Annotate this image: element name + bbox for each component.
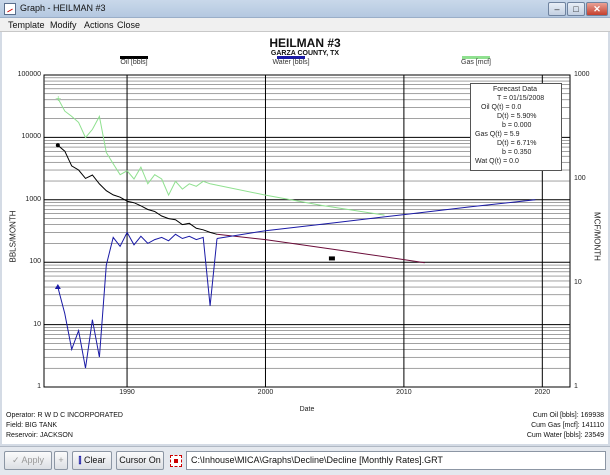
x-tick: 2020	[534, 389, 551, 396]
app-graph-icon	[4, 3, 16, 15]
forecast-title: Forecast Data	[493, 86, 537, 93]
maximize-button[interactable]: □	[567, 2, 585, 16]
forecast-gas-d: D(t) = 6.71%	[497, 140, 537, 147]
footer-operator: Operator: R W D C INCORPORATED	[6, 412, 123, 419]
y-tick-left: 100	[29, 258, 41, 266]
cursor-on-button[interactable]: Cursor On	[116, 451, 164, 470]
y-tick-left: 10000	[21, 133, 41, 141]
clear-button[interactable]: ⫿ Clear	[72, 451, 112, 470]
forecast-oil-q: Oil Q(t) = 0.0	[481, 104, 522, 111]
menu-bar: Template Modify Actions Close	[0, 18, 610, 32]
y-tick-left: 1000	[25, 195, 41, 203]
forecast-end-marker	[328, 256, 335, 261]
footer-cum-water: Cum Water [bbls]: 23549	[526, 432, 604, 439]
forecast-water-q: Wat Q(t) = 0.0	[475, 158, 519, 165]
forecast-gas-b: b = 0.350	[502, 149, 532, 156]
footer-cum-gas: Cum Gas [mcf]: 141110	[531, 422, 604, 429]
y-tick-left: 10	[33, 320, 41, 328]
x-tick: 1990	[119, 389, 135, 396]
close-window-button[interactable]: ✕	[586, 2, 608, 16]
check-icon: ✓	[11, 455, 22, 465]
template-path-field[interactable]: C:\Inhouse\MICA\Graphs\Decline\Decline […	[186, 451, 606, 470]
y-tick-right: 100	[574, 175, 586, 182]
y-axis-title-right: MCF/MONTH	[592, 212, 602, 261]
x-tick: 2010	[396, 389, 412, 396]
minimize-button[interactable]: –	[548, 2, 566, 16]
y-tick-left: 100000	[17, 71, 41, 78]
y-tick-right: 1	[574, 383, 578, 390]
gas-start-point: +	[55, 94, 62, 103]
footer-cum-oil: Cum Oil [bbls]: 169938	[532, 412, 604, 419]
bottom-toolbar: ✓ Apply + ⫿ Clear Cursor On C:\Inhouse\M…	[0, 446, 610, 475]
forecast-oil-b: b = 0.000	[502, 122, 532, 129]
forecast-date: T = 01/15/2008	[497, 95, 545, 102]
forecast-data-box: Forecast Data T = 01/15/2008 Oil Q(t) = …	[470, 83, 562, 171]
footer-field: Field: BIG TANK	[6, 422, 58, 429]
selection-icon[interactable]	[170, 455, 182, 467]
chart-area[interactable]: HEILMAN #3 GARZA COUNTY, TX Oil [bbls] W…	[2, 32, 608, 444]
oil-start-point	[55, 143, 60, 148]
forecast-oil-d: D(t) = 5.90%	[497, 113, 537, 120]
window-title: Graph - HEILMAN #3	[20, 3, 106, 13]
apply-button[interactable]: ✓ Apply	[4, 451, 52, 470]
x-tick: 2000	[257, 389, 274, 396]
menu-actions[interactable]: Actions	[84, 20, 114, 30]
window-titlebar: Graph - HEILMAN #3 – □ ✕	[0, 0, 610, 18]
menu-modify[interactable]: Modify	[50, 20, 77, 30]
forecast-gas-q: Gas Q(t) = 5.9	[475, 131, 520, 138]
y-axis-title-left: BBLS/MONTH	[8, 210, 18, 263]
x-axis-title: Date	[299, 406, 315, 413]
plus-button[interactable]: +	[54, 451, 68, 470]
y-tick-left: 1	[37, 383, 41, 390]
menu-close[interactable]: Close	[117, 20, 140, 30]
footer-reservoir: Reservoir: JACKSON	[6, 432, 73, 439]
y-tick-right: 1000	[574, 71, 590, 78]
menu-template[interactable]: Template	[8, 20, 45, 30]
